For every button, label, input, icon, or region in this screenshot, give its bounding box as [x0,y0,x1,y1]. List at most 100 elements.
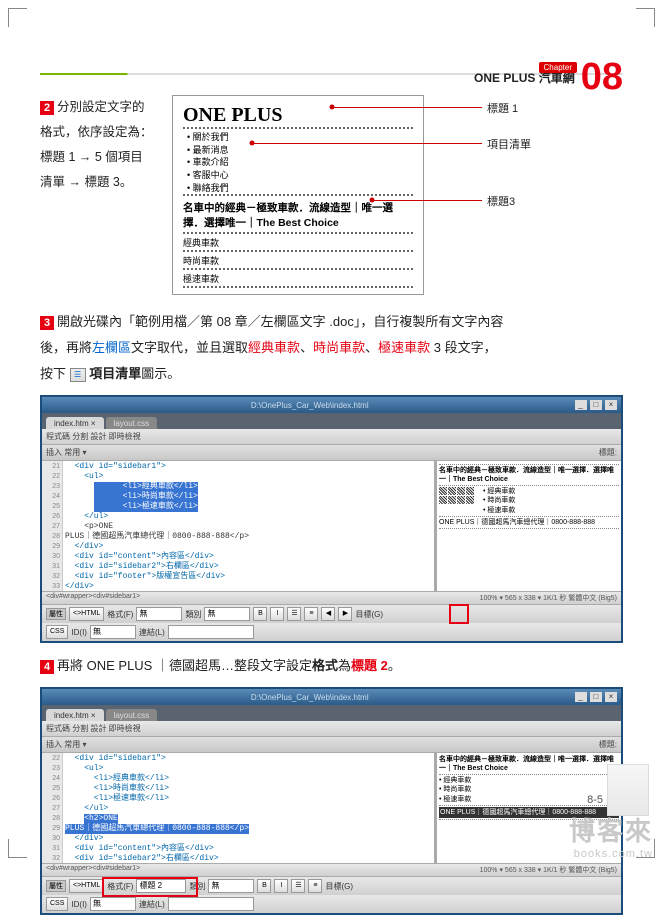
status-bar: <div#wrapper><div#sidebar1> 100% ▾ 565 x… [42,591,621,604]
format-select[interactable]: 標題 2 [136,879,186,893]
title-field-label: 標題: [599,447,617,458]
preview-item: 時尚車款 [183,254,413,270]
document-tabs: index.htm × layout.css [42,413,621,429]
status-info: 100% ▾ 565 x 338 ▾ 1K/1 秒 繁體中文 (Big5) [480,593,617,603]
watermark: 博客來 books.com.tw [569,811,653,860]
insert-toolbar: 插入 常用 ▾ 標題: [42,445,621,461]
window-path: D:\OnePlus_Car_Web\index.html [46,693,574,702]
chapter-badge: Chapter [539,62,577,73]
status-info: 100% ▾ 565 x 338 ▾ 1K/1 秒 繁體中文 (Big5) [480,865,617,875]
callout-h3: 標題3 [487,193,515,209]
outdent-button[interactable]: ◀ [321,607,335,621]
ol-button[interactable]: ≡ [308,879,322,893]
format-select[interactable]: 無 [136,607,182,621]
preview-h3: 名車中的經典－極致車款．流線造型｜唯一選擇．選擇唯一｜The Best Choi… [183,200,413,234]
bold-button[interactable]: B [257,879,271,893]
html-mode-button[interactable]: <>HTML [69,607,104,621]
maximize-icon[interactable]: □ [590,692,602,702]
class-select[interactable]: 無 [208,879,254,893]
css-mode-button[interactable]: CSS [46,625,68,639]
tab-index[interactable]: index.htm × [46,709,104,721]
tag-selector[interactable]: <div#wrapper><div#sidebar1> [46,865,140,875]
tab-index[interactable]: index.htm × [46,417,104,429]
indent-button[interactable]: ▶ [338,607,352,621]
watermark-brand: 博客來 [569,811,653,848]
page-number: 8-5 [587,794,603,806]
italic-button[interactable]: I [270,607,284,621]
chapter-number: 08 [581,60,623,94]
preview-menu-item: 關於我們 [187,131,413,144]
view-mode-buttons[interactable]: 程式碼 分割 設計 即時檢視 [46,723,141,734]
callout-line [252,143,482,144]
watermark-box-icon [607,764,649,816]
preview-menu-list: 關於我們 最新消息 車款介紹 客服中心 聯絡我們 [183,131,413,196]
bullet-list-icon: ☰ [70,368,86,382]
code-editor[interactable]: <div id="sidebar1"> <ul> <li>經典車款</li> <… [63,461,437,591]
step-number-4: 4 [40,660,54,674]
view-mode-buttons[interactable]: 程式碼 分割 設計 即時檢視 [46,431,141,442]
close-icon[interactable]: × [605,400,617,410]
format-label: 格式(F) [107,881,133,892]
status-bar: <div#wrapper><div#sidebar1> 100% ▾ 565 x… [42,863,621,876]
dreamweaver-screenshot-1: D:\OnePlus_Car_Web\index.html _ □ × inde… [40,395,623,643]
preview-menu-item: 最新消息 [187,144,413,157]
minimize-icon[interactable]: _ [575,692,587,702]
link-label: 連結(L) [139,627,165,638]
insert-menu[interactable]: 插入 常用 ▾ [46,447,86,458]
tab-layout-css[interactable]: layout.css [106,417,158,429]
minimize-icon[interactable]: _ [575,400,587,410]
html-mode-button[interactable]: <>HTML [69,879,104,893]
preview-item: 經典車款 [183,236,413,252]
id-select[interactable]: 無 [90,625,136,639]
window-path: D:\OnePlus_Car_Web\index.html [46,401,574,410]
code-editor[interactable]: <div id="sidebar1"> <ul> <li>經典車款</li> <… [63,753,437,863]
properties-panel: 屬性 <>HTML 格式(F) 無 類別 無 B I ☰ ≡ ◀ ▶ 目標(G) [42,604,621,623]
ul-button[interactable]: ☰ [291,879,305,893]
step4-paragraph: 4再將 ONE PLUS ｜德國超馬…整段文字設定格式為標題 2。 [40,653,623,679]
preview-item: 極速車款 [183,272,413,288]
line-number-gutter: 222324 252627 282930 3132 [42,753,63,863]
tag-selector[interactable]: <div#wrapper><div#sidebar1> [46,593,140,603]
italic-button[interactable]: I [274,879,288,893]
callout-menu: 項目清單 [487,136,531,152]
watermark-url: books.com.tw [569,848,653,860]
design-preview-pane[interactable]: 名車中的經典－極致車款．流線造型｜唯一選擇．選擇唯一｜The Best Choi… [437,461,621,591]
id-select[interactable]: 無 [90,897,136,911]
crop-mark [8,8,27,27]
properties-panel: 屬性 <>HTML 格式(F) 標題 2 類別 無 B I ☰ ≡ 目標(G) [42,876,621,895]
link-label: 連結(L) [139,899,165,910]
maximize-icon[interactable]: □ [590,400,602,410]
ul-button[interactable]: ☰ [287,607,301,621]
properties-panel-row2: CSS ID(I) 無 連結(L) [42,895,621,913]
callout-line [372,200,482,201]
bold-button[interactable]: B [253,607,267,621]
tab-layout-css[interactable]: layout.css [106,709,158,721]
crop-mark [8,839,27,858]
layout-preview-box: ONE PLUS 關於我們 最新消息 車款介紹 客服中心 聯絡我們 名車中的經典… [172,95,424,295]
format-label: 格式(F) [107,609,133,620]
view-toolbar: 程式碼 分割 設計 即時檢視 [42,429,621,445]
step-number-3: 3 [40,316,54,330]
css-mode-button[interactable]: CSS [46,897,68,911]
document-tabs: index.htm × layout.css [42,705,621,721]
crop-mark [636,8,655,27]
title-field-label: 標題: [599,739,617,750]
ol-button[interactable]: ≡ [304,607,318,621]
class-select[interactable]: 無 [204,607,250,621]
insert-menu[interactable]: 插入 常用 ▾ [46,739,86,750]
preview-menu-item: 車款介紹 [187,156,413,169]
close-icon[interactable]: × [605,692,617,702]
step-number-2: 2 [40,101,54,115]
view-toolbar: 程式碼 分割 設計 即時檢視 [42,721,621,737]
callout-line [332,107,482,108]
properties-panel-row2: CSS ID(I) 無 連結(L) [42,623,621,641]
link-input[interactable] [168,625,254,639]
preview-menu-item: 客服中心 [187,169,413,182]
properties-collapse[interactable]: 屬性 [46,608,66,620]
window-titlebar: D:\OnePlus_Car_Web\index.html _ □ × [42,689,621,705]
step2-text: 2分別設定文字的 格式，依序設定為： 標題 1 → 5 個項目 清單 → 標題 … [40,95,160,295]
properties-collapse[interactable]: 屬性 [46,880,66,892]
dreamweaver-screenshot-2: D:\OnePlus_Car_Web\index.html _ □ × inde… [40,687,623,915]
step3-paragraph: 3開啟光碟內「範例用檔／第 08 章／左欄區文字 .doc」，自行複製所有文字內… [40,309,623,387]
link-input[interactable] [168,897,254,911]
